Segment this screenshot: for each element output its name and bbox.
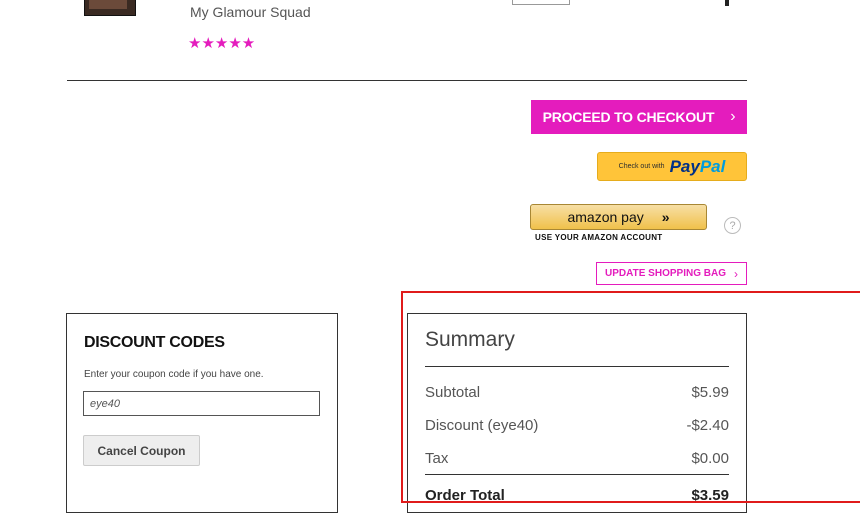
proceed-to-checkout-label: PROCEED TO CHECKOUT [542, 109, 715, 125]
update-shopping-bag-button[interactable]: UPDATE SHOPPING BAG › [596, 262, 747, 285]
amazon-pay-logo: amazon pay [567, 209, 643, 225]
amazon-account-caption: USE YOUR AMAZON ACCOUNT [535, 233, 663, 242]
cancel-coupon-button[interactable]: Cancel Coupon [83, 435, 200, 466]
product-brand: My Glamour Squad [190, 4, 311, 20]
amazon-pay-button[interactable]: amazon pay » [530, 204, 707, 230]
chevron-right-icon: › [730, 108, 736, 125]
coupon-code-input[interactable] [83, 391, 320, 416]
rating-stars: ★★★★★ [188, 35, 256, 52]
update-shopping-bag-label: UPDATE SHOPPING BAG [605, 268, 726, 279]
divider [67, 80, 747, 81]
paypal-logo-pay: Pay [669, 156, 700, 176]
paypal-logo: PayPal [670, 157, 726, 177]
highlight-box [401, 291, 860, 503]
chevron-right-icon: › [733, 266, 738, 281]
quantity-input[interactable] [512, 0, 570, 5]
help-icon[interactable]: ? [724, 217, 741, 234]
amazon-logo-text: amazon [567, 209, 618, 225]
double-chevron-icon: » [661, 209, 670, 225]
remove-item-icon[interactable] [725, 0, 729, 6]
amazon-pay-text: pay [621, 209, 644, 225]
discount-codes-title: DISCOUNT CODES [84, 334, 225, 351]
proceed-to-checkout-button[interactable]: PROCEED TO CHECKOUT › [531, 100, 747, 134]
paypal-checkout-button[interactable]: Check out with PayPal [597, 152, 747, 181]
product-thumbnail[interactable] [84, 0, 136, 16]
paypal-logo-pal: Pal [699, 156, 726, 176]
discount-codes-help: Enter your coupon code if you have one. [84, 369, 264, 380]
paypal-small-text: Check out with [618, 163, 665, 170]
